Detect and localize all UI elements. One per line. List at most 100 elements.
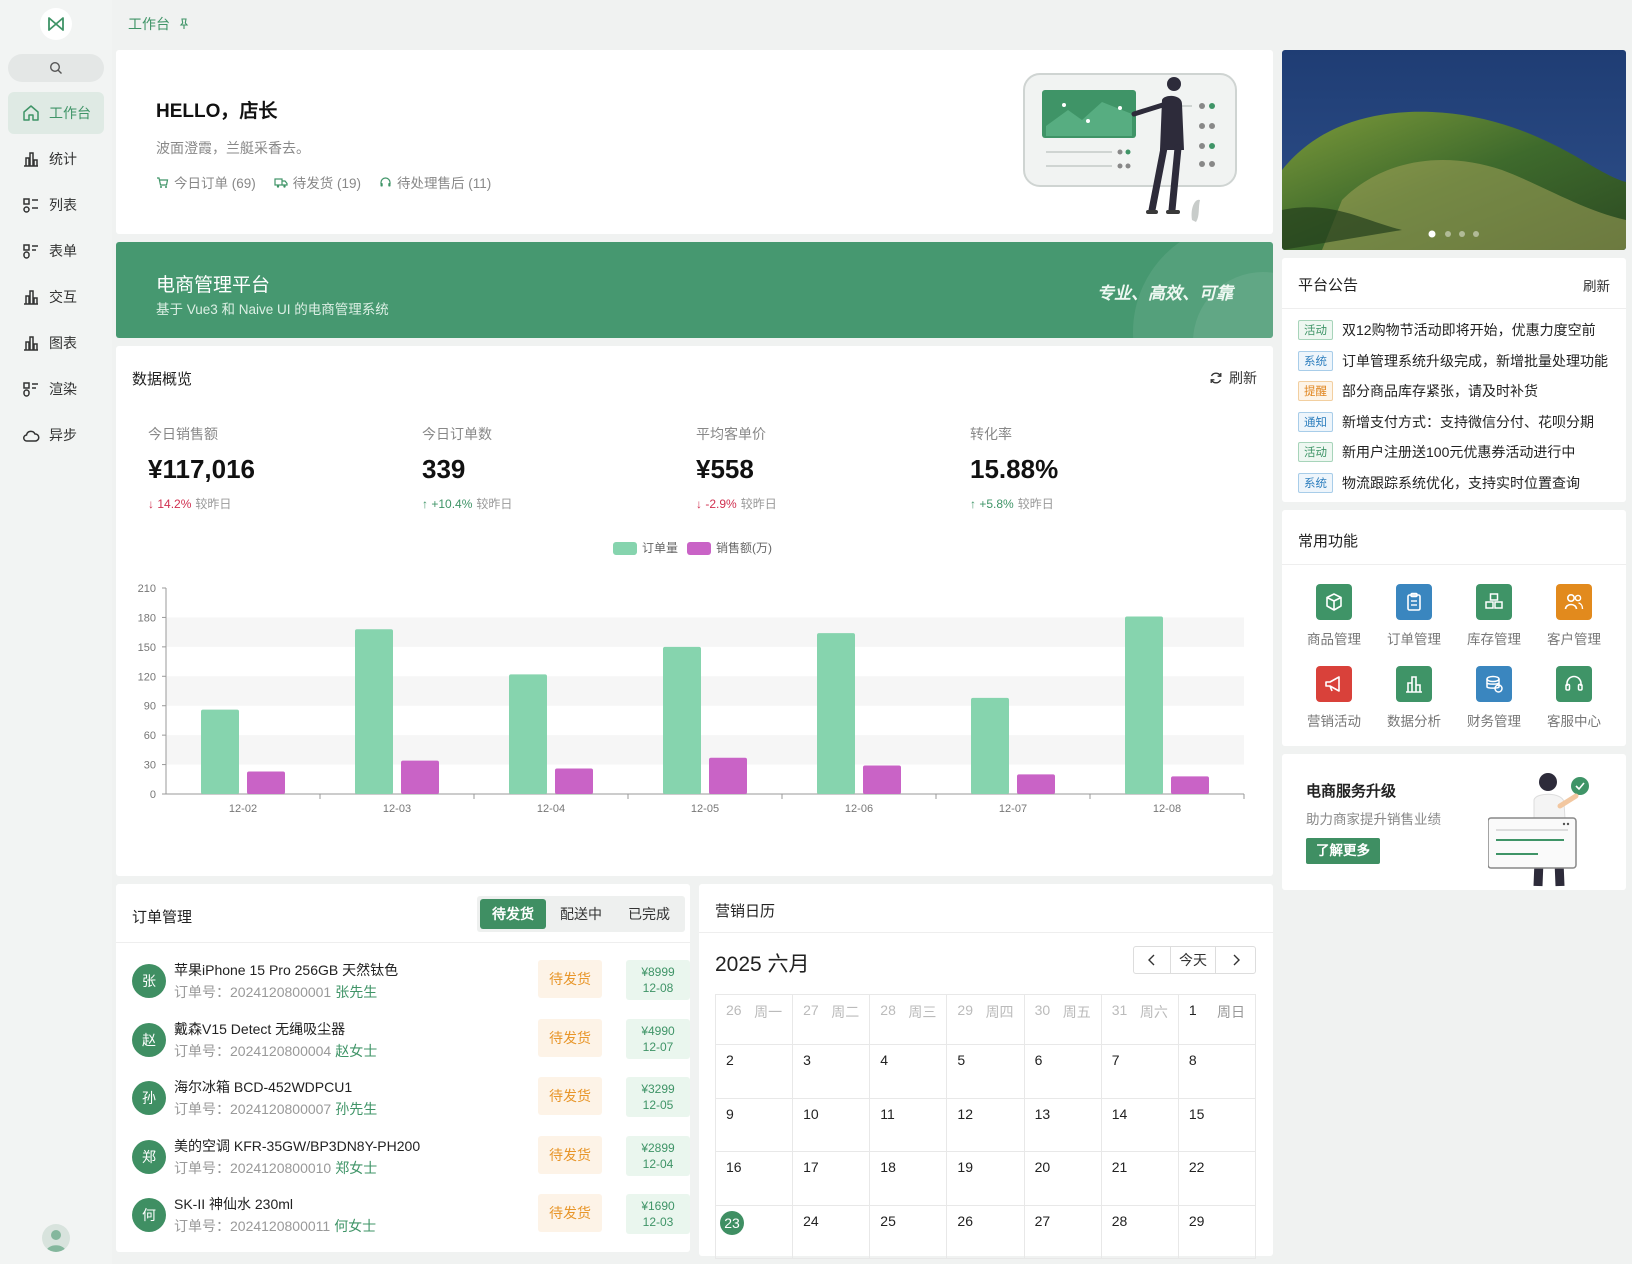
order-status-badge[interactable]: 待发货 <box>538 1194 602 1232</box>
order-tab-2[interactable]: 配送中 <box>548 899 614 929</box>
sidebar-item-3[interactable]: 列表 <box>8 184 104 226</box>
bar-orders[interactable] <box>663 646 701 794</box>
function-box[interactable]: 商品管理 <box>1294 584 1374 648</box>
bar-orders[interactable] <box>509 674 547 794</box>
sidebar-item-1[interactable]: 工作台 <box>8 92 104 134</box>
order-row[interactable]: 郑美的空调 KFR-35GW/BP3DN8Y-PH200 订单号：20241208… <box>132 1132 690 1184</box>
bar-orders[interactable] <box>355 629 393 794</box>
bar-sales[interactable] <box>401 760 439 794</box>
legend-label[interactable]: 订单量 <box>642 541 678 555</box>
function-headset[interactable]: 客服中心 <box>1534 666 1614 730</box>
bar-sales[interactable] <box>1171 776 1209 794</box>
notice-refresh-button[interactable]: 刷新 <box>1583 275 1610 295</box>
calendar-day[interactable]: 16 <box>716 1152 794 1206</box>
legend-swatch[interactable] <box>687 542 711 555</box>
order-status-badge[interactable]: 待发货 <box>538 960 602 998</box>
sidebar-item-5[interactable]: 交互 <box>8 276 104 318</box>
calendar-day[interactable]: 29 周四 <box>947 995 1025 1045</box>
calendar-day[interactable]: 8 <box>1178 1045 1256 1099</box>
calendar-day[interactable]: 21 <box>1101 1152 1179 1206</box>
calendar-day[interactable]: 9 <box>716 1098 794 1152</box>
calendar-day[interactable]: 1 周日 <box>1178 995 1256 1045</box>
sidebar-item-7[interactable]: 渲染 <box>8 368 104 410</box>
calendar-day[interactable]: 15 <box>1178 1098 1256 1152</box>
calendar-day[interactable]: 26 周一 <box>716 995 794 1045</box>
calendar-day[interactable]: 22 <box>1178 1152 1256 1206</box>
calendar-day[interactable]: 28 <box>1101 1205 1179 1259</box>
breadcrumb-current[interactable]: 工作台 <box>128 14 170 34</box>
notice-item[interactable]: 活动 新用户注册送100元优惠券活动进行中 <box>1298 442 1575 462</box>
order-row[interactable]: 张苹果iPhone 15 Pro 256GB 天然钛色 订单号：202412080… <box>132 956 690 1008</box>
calendar-day[interactable]: 20 <box>1024 1152 1102 1206</box>
calendar-day[interactable]: 30 周五 <box>1024 995 1102 1045</box>
calendar-day[interactable]: 26 <box>947 1205 1025 1259</box>
calendar-day[interactable]: 31 周六 <box>1101 995 1179 1045</box>
calendar-day[interactable]: 28 周三 <box>870 995 948 1045</box>
notice-item[interactable]: 通知 新增支付方式：支持微信分付、花呗分期 <box>1298 411 1594 432</box>
promo-carousel[interactable] <box>1282 50 1626 250</box>
calendar-day[interactable]: 10 <box>793 1098 871 1152</box>
calendar-day[interactable]: 27 <box>1024 1205 1102 1259</box>
calendar-day[interactable]: 17 <box>793 1152 871 1206</box>
bar-sales[interactable] <box>555 768 593 794</box>
bar-orders[interactable] <box>1125 616 1163 794</box>
after-sales-stat[interactable]: 待处理售后 (11) <box>379 172 491 192</box>
bar-orders[interactable] <box>817 633 855 794</box>
calendar-day[interactable]: 2 <box>716 1045 794 1099</box>
bar-sales[interactable] <box>863 765 901 794</box>
order-status-badge[interactable]: 待发货 <box>538 1077 602 1115</box>
notice-item[interactable]: 系统 订单管理系统升级完成，新增批量处理功能 <box>1298 350 1608 371</box>
order-tab-1[interactable]: 待发货 <box>480 899 546 929</box>
bar-sales[interactable] <box>1017 774 1055 794</box>
calendar-day[interactable]: 18 <box>870 1152 948 1206</box>
prev-month-button[interactable] <box>1133 946 1171 974</box>
order-row[interactable]: 孙海尔冰箱 BCD-452WDPCU1 订单号：2024120800007 孙先生 待… <box>132 1073 690 1125</box>
today-button[interactable]: 今天 <box>1170 946 1216 974</box>
order-row[interactable]: 何 SK-II 神仙水 230ml 订单号：2024120800011 何女士 待发货 ¥… <box>132 1190 690 1242</box>
legend-swatch[interactable] <box>613 542 637 555</box>
calendar-day[interactable]: 27 周二 <box>793 995 871 1045</box>
function-bar-chart[interactable]: 数据分析 <box>1374 666 1454 730</box>
legend-label[interactable]: 销售额(万) <box>716 540 772 555</box>
pending-shipment-stat[interactable]: 待发货 (19) <box>274 172 361 192</box>
calendar-day[interactable]: 13 <box>1024 1098 1102 1152</box>
today-orders-stat[interactable]: 今日订单 (69) <box>156 172 256 192</box>
function-coins[interactable]: 财务管理 <box>1454 666 1534 730</box>
calendar-day[interactable]: 25 <box>870 1205 948 1259</box>
calendar-day[interactable]: 14 <box>1101 1098 1179 1152</box>
calendar-day[interactable]: 12 <box>947 1098 1025 1152</box>
calendar-day[interactable]: 29 <box>1178 1205 1256 1259</box>
order-status-badge[interactable]: 待发货 <box>538 1018 602 1057</box>
function-clipboard[interactable]: 订单管理 <box>1374 584 1454 648</box>
calendar-day[interactable]: 19 <box>947 1152 1025 1206</box>
sidebar-search-button[interactable] <box>8 54 104 82</box>
learn-more-button[interactable]: 了解更多 <box>1306 838 1380 864</box>
calendar-day[interactable]: 23 <box>716 1205 794 1259</box>
calendar-day[interactable]: 24 <box>793 1205 871 1259</box>
order-tab-3[interactable]: 已完成 <box>616 899 682 929</box>
calendar-day[interactable]: 11 <box>870 1098 948 1152</box>
bar-sales[interactable] <box>709 757 747 794</box>
pin-icon[interactable] <box>178 18 190 30</box>
order-row[interactable]: 赵戴森V15 Detect 无绳吸尘器 订单号：2024120800004 赵女士 待… <box>132 1015 690 1067</box>
function-users[interactable]: 客户管理 <box>1534 584 1614 648</box>
bar-sales[interactable] <box>247 771 285 794</box>
user-avatar[interactable] <box>42 1224 70 1252</box>
notice-item[interactable]: 活动 双12购物节活动即将开始，优惠力度空前 <box>1298 320 1596 340</box>
order-status-badge[interactable]: 待发货 <box>538 1135 602 1174</box>
next-month-button[interactable] <box>1215 946 1256 974</box>
sidebar-item-4[interactable]: 表单 <box>8 230 104 272</box>
calendar-day[interactable]: 6 <box>1024 1045 1102 1099</box>
calendar-day[interactable]: 7 <box>1101 1045 1179 1099</box>
overview-refresh-button[interactable]: 刷新 <box>1209 368 1257 388</box>
calendar-day[interactable]: 4 <box>870 1045 948 1099</box>
notice-item[interactable]: 提醒 部分商品库存紧张，请及时补货 <box>1298 381 1538 401</box>
sidebar-item-2[interactable]: 统计 <box>8 138 104 180</box>
bar-orders[interactable] <box>201 709 239 794</box>
bar-orders[interactable] <box>971 697 1009 794</box>
sidebar-item-6[interactable]: 图表 <box>8 322 104 364</box>
calendar-day[interactable]: 3 <box>793 1045 871 1099</box>
calendar-day[interactable]: 5 <box>947 1045 1025 1099</box>
function-megaphone[interactable]: 营销活动 <box>1294 666 1374 730</box>
sidebar-item-8[interactable]: 异步 <box>8 414 104 456</box>
